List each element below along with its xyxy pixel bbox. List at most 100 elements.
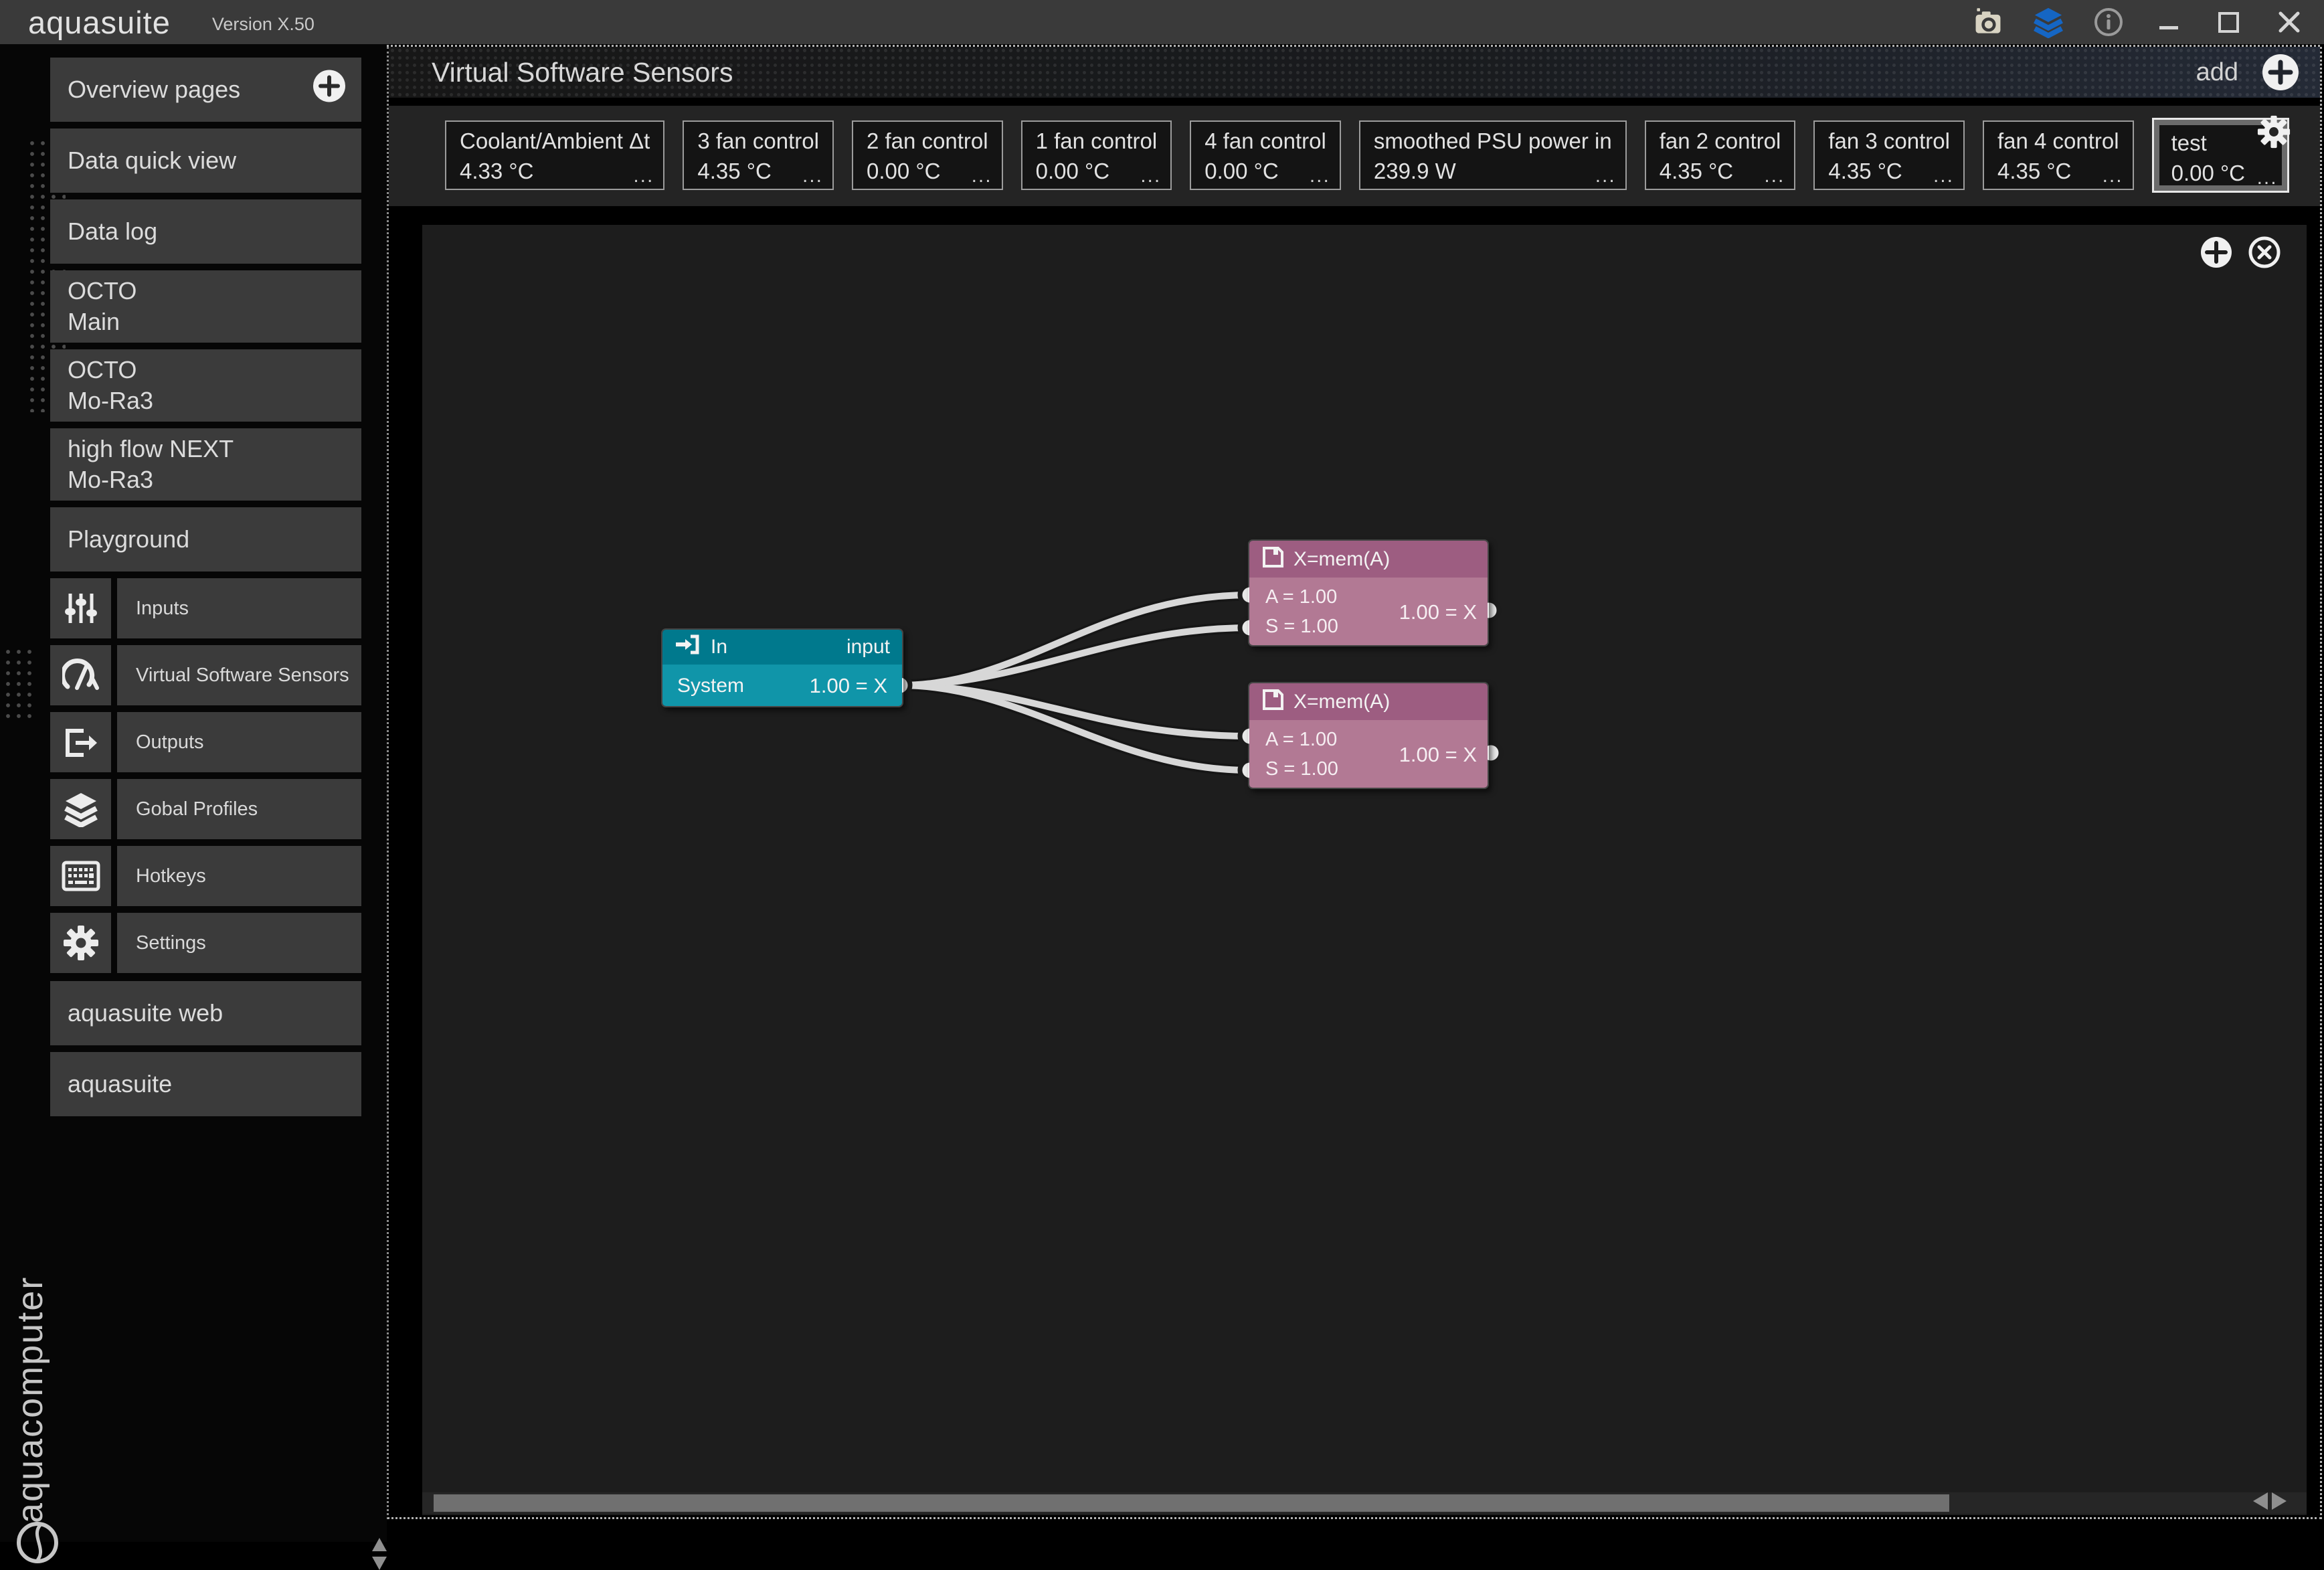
add-label: add: [2196, 58, 2238, 87]
sensor-card-2-fan-control[interactable]: 2 fan control 0.00 °C ...: [852, 120, 1003, 190]
enter-arrow-icon: [675, 634, 701, 661]
screenshot-camera-icon[interactable]: [1972, 6, 2004, 38]
card-name: 1 fan control: [1036, 128, 1158, 154]
node-title: X=mem(A): [1293, 548, 1390, 571]
node-output-value: 1.00 = X: [1399, 743, 1477, 767]
floppy-icon: [1261, 688, 1284, 716]
sidebar-item-label: OCTO: [68, 355, 344, 385]
card-more-button[interactable]: ...: [1933, 165, 1954, 187]
card-name: 3 fan control: [697, 128, 819, 154]
sensor-card-4-fan-control[interactable]: 4 fan control 0.00 °C ...: [1190, 120, 1341, 190]
node-wires: [422, 225, 2307, 1515]
sidebar-item-highflow-mora3[interactable]: high flow NEXT Mo-Ra3: [50, 428, 361, 501]
sensor-card-fan4-control[interactable]: fan 4 control 4.35 °C ...: [1983, 120, 2134, 190]
sidebar-item-outputs[interactable]: Outputs: [50, 712, 361, 772]
card-value: 4.35 °C: [1997, 159, 2119, 184]
sidebar-item-label: OCTO: [68, 276, 344, 307]
sidebar-item-overview-pages[interactable]: Overview pages: [50, 58, 361, 122]
sidebar-item-label: Overview pages: [68, 74, 344, 105]
card-more-button[interactable]: ...: [633, 165, 654, 187]
minimize-button[interactable]: [2153, 6, 2185, 38]
node-output-value: 1.00 = X: [810, 674, 887, 698]
card-name: 4 fan control: [1204, 128, 1326, 154]
scroll-up-icon[interactable]: [372, 1538, 387, 1551]
scroll-left-right-arrows[interactable]: [2253, 1492, 2287, 1510]
card-more-button[interactable]: ...: [802, 165, 823, 187]
card-value: 4.33 °C: [460, 159, 650, 184]
card-name: fan 4 control: [1997, 128, 2119, 154]
node-input-s: S = 1.00: [1265, 616, 1338, 638]
scroll-left-icon[interactable]: [2253, 1492, 2268, 1510]
node-input-system[interactable]: In input System 1.00 = X: [661, 628, 903, 707]
app-logo: aquasuite: [28, 4, 171, 41]
sidebar-item-sublabel: Mo-Ra3: [68, 385, 344, 416]
card-value: 0.00 °C: [2171, 161, 2270, 186]
sidebar-item-playground[interactable]: Playground: [50, 507, 361, 572]
card-more-button[interactable]: ...: [2257, 167, 2278, 189]
card-more-button[interactable]: ...: [972, 165, 992, 187]
close-button[interactable]: [2273, 6, 2305, 38]
node-badge: input: [846, 636, 890, 659]
layers-icon[interactable]: [2032, 6, 2064, 38]
sidebar-item-octo-main[interactable]: OCTO Main: [50, 270, 361, 343]
page-header: Virtual Software Sensors add: [389, 47, 2320, 98]
app-version: Version X.50: [212, 14, 315, 35]
sensor-card-coolant-ambient[interactable]: Coolant/Ambient Δt 4.33 °C ...: [445, 120, 664, 190]
sidebar-item-label: Playground: [68, 524, 344, 555]
scrollbar-thumb[interactable]: [434, 1494, 1949, 1512]
card-name: 2 fan control: [867, 128, 988, 154]
sidebar-item-settings[interactable]: Settings: [50, 913, 361, 973]
sidebar-item-virtual-software-sensors[interactable]: Virtual Software Sensors: [50, 645, 361, 705]
drag-handle-dots: [3, 646, 32, 720]
sidebar-item-octo-mora3[interactable]: OCTO Mo-Ra3: [50, 349, 361, 422]
card-value: 4.35 °C: [1660, 159, 1781, 184]
sidebar-scroll-arrows[interactable]: [369, 1538, 389, 1570]
horizontal-scrollbar[interactable]: [422, 1492, 2307, 1514]
node-input-a: A = 1.00: [1265, 729, 1337, 751]
sliders-icon: [50, 578, 111, 638]
sidebar-item-label: Data log: [68, 216, 344, 247]
sensor-card-1-fan-control[interactable]: 1 fan control 0.00 °C ...: [1021, 120, 1172, 190]
card-more-button[interactable]: ...: [1764, 165, 1785, 187]
page-title: Virtual Software Sensors: [432, 57, 733, 88]
add-sensor-button[interactable]: [2261, 53, 2300, 92]
sensor-card-fan3-control[interactable]: fan 3 control 4.35 °C ...: [1813, 120, 1965, 190]
scroll-down-icon[interactable]: [372, 1557, 387, 1570]
add-overview-page-button[interactable]: [312, 68, 347, 110]
sensor-settings-gear-icon[interactable]: [2257, 115, 2291, 152]
card-name: fan 3 control: [1828, 128, 1950, 154]
card-more-button[interactable]: ...: [2103, 165, 2123, 187]
sensor-card-smoothed-psu[interactable]: smoothed PSU power in 239.9 W ...: [1359, 120, 1627, 190]
card-value: 0.00 °C: [1204, 159, 1326, 184]
card-more-button[interactable]: ...: [1140, 165, 1161, 187]
sidebar-item-global-profiles[interactable]: Gobal Profiles: [50, 779, 361, 839]
maximize-button[interactable]: [2213, 6, 2245, 38]
sidebar-item-inputs[interactable]: Inputs: [50, 578, 361, 638]
card-more-button[interactable]: ...: [1595, 165, 1616, 187]
sensor-card-fan2-control[interactable]: fan 2 control 4.35 °C ...: [1645, 120, 1796, 190]
floppy-icon: [1261, 545, 1284, 574]
sidebar-item-data-quick-view[interactable]: Data quick view: [50, 128, 361, 193]
node-editor-canvas[interactable]: In input System 1.00 = X X=mem(A) A: [422, 225, 2307, 1515]
sidebar-item-label: Gobal Profiles: [117, 779, 361, 839]
sidebar-item-sublabel: Main: [68, 307, 344, 337]
scroll-right-icon[interactable]: [2272, 1492, 2287, 1510]
node-mem-2[interactable]: X=mem(A) A = 1.00 S = 1.00 1.00 = X: [1248, 682, 1489, 789]
sensor-card-toolbar: Coolant/Ambient Δt 4.33 °C ... 3 fan con…: [389, 106, 2320, 206]
sidebar-item-hotkeys[interactable]: Hotkeys: [50, 846, 361, 906]
sensor-card-3-fan-control[interactable]: 3 fan control 4.35 °C ...: [683, 120, 834, 190]
gauge-icon: [50, 645, 111, 705]
node-mem-1[interactable]: X=mem(A) A = 1.00 S = 1.00 1.00 = X: [1248, 539, 1489, 646]
aquacomputer-brand: aquacomputer: [9, 1242, 51, 1523]
sidebar-item-aquasuite[interactable]: aquasuite: [50, 1052, 361, 1116]
sidebar-item-label: Inputs: [117, 578, 361, 638]
card-more-button[interactable]: ...: [1310, 165, 1330, 187]
sidebar-item-data-log[interactable]: Data log: [50, 199, 361, 264]
sidebar-item-aquasuite-web[interactable]: aquasuite web: [50, 981, 361, 1045]
export-icon: [50, 712, 111, 772]
gear-icon: [50, 913, 111, 973]
titlebar: aquasuite Version X.50: [0, 0, 2324, 44]
sidebar-item-label: high flow NEXT: [68, 434, 344, 464]
info-icon[interactable]: [2092, 6, 2125, 38]
node-title: X=mem(A): [1293, 691, 1390, 713]
